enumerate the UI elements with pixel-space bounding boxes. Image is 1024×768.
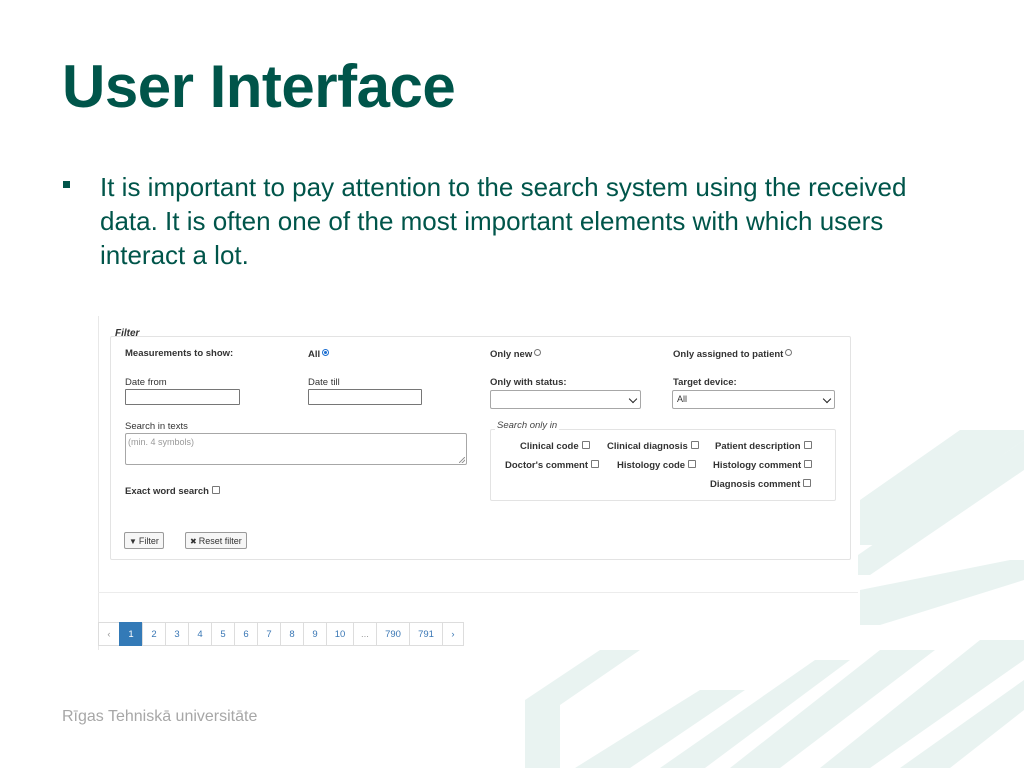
clinical-code-checkbox[interactable]: [581, 441, 590, 449]
page-link-2[interactable]: 2: [142, 622, 166, 646]
search-label: Search in texts: [125, 421, 188, 432]
section-divider: [98, 592, 858, 593]
filter-legend: Filter: [115, 328, 140, 339]
patient-description-checkbox[interactable]: [803, 441, 812, 449]
histology-code-label: Histology code: [617, 460, 686, 471]
search-only-in-legend: Search only in: [495, 420, 560, 431]
page-ellipsis: ...: [353, 622, 377, 646]
radio-only-assigned[interactable]: Only assigned to patient: [673, 349, 793, 360]
radio-all-label: All: [308, 349, 321, 360]
histology-comment-checkbox[interactable]: [804, 460, 813, 468]
radio-only-assigned-label: Only assigned to patient: [673, 349, 784, 360]
page-link-4[interactable]: 4: [188, 622, 212, 646]
reset-filter-button-label: Reset filter: [198, 536, 242, 546]
histology-comment-label: Histology comment: [713, 460, 802, 471]
footer-university: Rīgas Tehniskā universitāte: [62, 708, 258, 725]
bullet-text: It is important to pay attention to the …: [100, 172, 907, 270]
slide: User Interface It is important to pay at…: [0, 0, 1024, 768]
filter-button-label: Filter: [138, 536, 159, 546]
radio-all-control[interactable]: [322, 349, 330, 356]
device-label: Target device:: [673, 377, 737, 388]
radio-only-assigned-control[interactable]: [785, 349, 793, 356]
page-next[interactable]: ›: [442, 622, 464, 646]
search-placeholder: (min. 4 symbols): [128, 437, 195, 447]
diagnosis-comment-checkbox[interactable]: [803, 479, 812, 487]
device-select-value: All: [677, 394, 688, 404]
exact-word-checkbox[interactable]: [211, 486, 220, 494]
checkbox-clinical-code[interactable]: Clinical code: [520, 441, 590, 452]
exact-word-label: Exact word search: [125, 486, 209, 497]
reset-filter-button[interactable]: ✖ Reset filter: [185, 532, 247, 549]
checkbox-histology-comment[interactable]: Histology comment: [713, 460, 813, 471]
date-till-label: Date till: [308, 377, 340, 388]
checkbox-patient-description[interactable]: Patient description: [715, 441, 812, 452]
histology-code-checkbox[interactable]: [688, 460, 697, 468]
bullet-marker: [63, 181, 70, 188]
chevron-down-icon: [822, 394, 832, 404]
page-link-10[interactable]: 10: [326, 622, 354, 646]
doctors-comment-checkbox[interactable]: [591, 460, 600, 468]
clinical-diagnosis-checkbox[interactable]: [690, 441, 699, 449]
clinical-diagnosis-label: Clinical diagnosis: [607, 441, 688, 452]
device-select[interactable]: All: [672, 390, 835, 409]
checkbox-doctors-comment[interactable]: Doctor's comment: [505, 460, 600, 471]
search-textarea[interactable]: (min. 4 symbols): [125, 433, 467, 465]
radio-all[interactable]: All: [308, 349, 330, 360]
slide-title: User Interface: [62, 53, 456, 120]
diagnosis-comment-label: Diagnosis comment: [710, 479, 801, 490]
radio-only-new-label: Only new: [490, 349, 533, 360]
page-prev[interactable]: ‹: [98, 622, 120, 646]
clinical-code-label: Clinical code: [520, 441, 579, 452]
page-link-8[interactable]: 8: [280, 622, 304, 646]
radio-only-new-control[interactable]: [534, 349, 542, 356]
funnel-icon: ▼: [129, 537, 137, 546]
close-icon: ✖: [190, 537, 197, 546]
radio-only-new[interactable]: Only new: [490, 349, 542, 360]
doctors-comment-label: Doctor's comment: [505, 460, 589, 471]
checkbox-exact-word[interactable]: Exact word search: [125, 486, 220, 497]
page-link-790[interactable]: 790: [376, 622, 410, 646]
chevron-down-icon: [628, 394, 638, 404]
checkbox-diagnosis-comment[interactable]: Diagnosis comment: [710, 479, 812, 490]
pagination: ‹ 1 2 3 4 5 6 7 8 9 10 ... 790 791 ›: [98, 622, 464, 646]
search-ui-screenshot: Filter Measurements to show: All Only ne…: [98, 316, 858, 650]
checkbox-histology-code[interactable]: Histology code: [617, 460, 697, 471]
date-till-input[interactable]: [308, 389, 422, 405]
page-link-7[interactable]: 7: [257, 622, 281, 646]
page-link-9[interactable]: 9: [303, 622, 327, 646]
status-select[interactable]: [490, 390, 641, 409]
patient-description-label: Patient description: [715, 441, 801, 452]
measurements-label: Measurements to show:: [125, 348, 234, 359]
filter-button[interactable]: ▼ Filter: [124, 532, 164, 549]
page-link-3[interactable]: 3: [165, 622, 189, 646]
resize-handle-icon[interactable]: [459, 457, 465, 463]
date-from-label: Date from: [125, 377, 167, 388]
status-label: Only with status:: [490, 377, 567, 388]
page-link-791[interactable]: 791: [409, 622, 443, 646]
page-link-6[interactable]: 6: [234, 622, 258, 646]
panel-edge: [98, 316, 99, 650]
page-link-1[interactable]: 1: [119, 622, 143, 646]
checkbox-clinical-diagnosis[interactable]: Clinical diagnosis: [607, 441, 699, 452]
date-from-input[interactable]: [125, 389, 240, 405]
page-link-5[interactable]: 5: [211, 622, 235, 646]
